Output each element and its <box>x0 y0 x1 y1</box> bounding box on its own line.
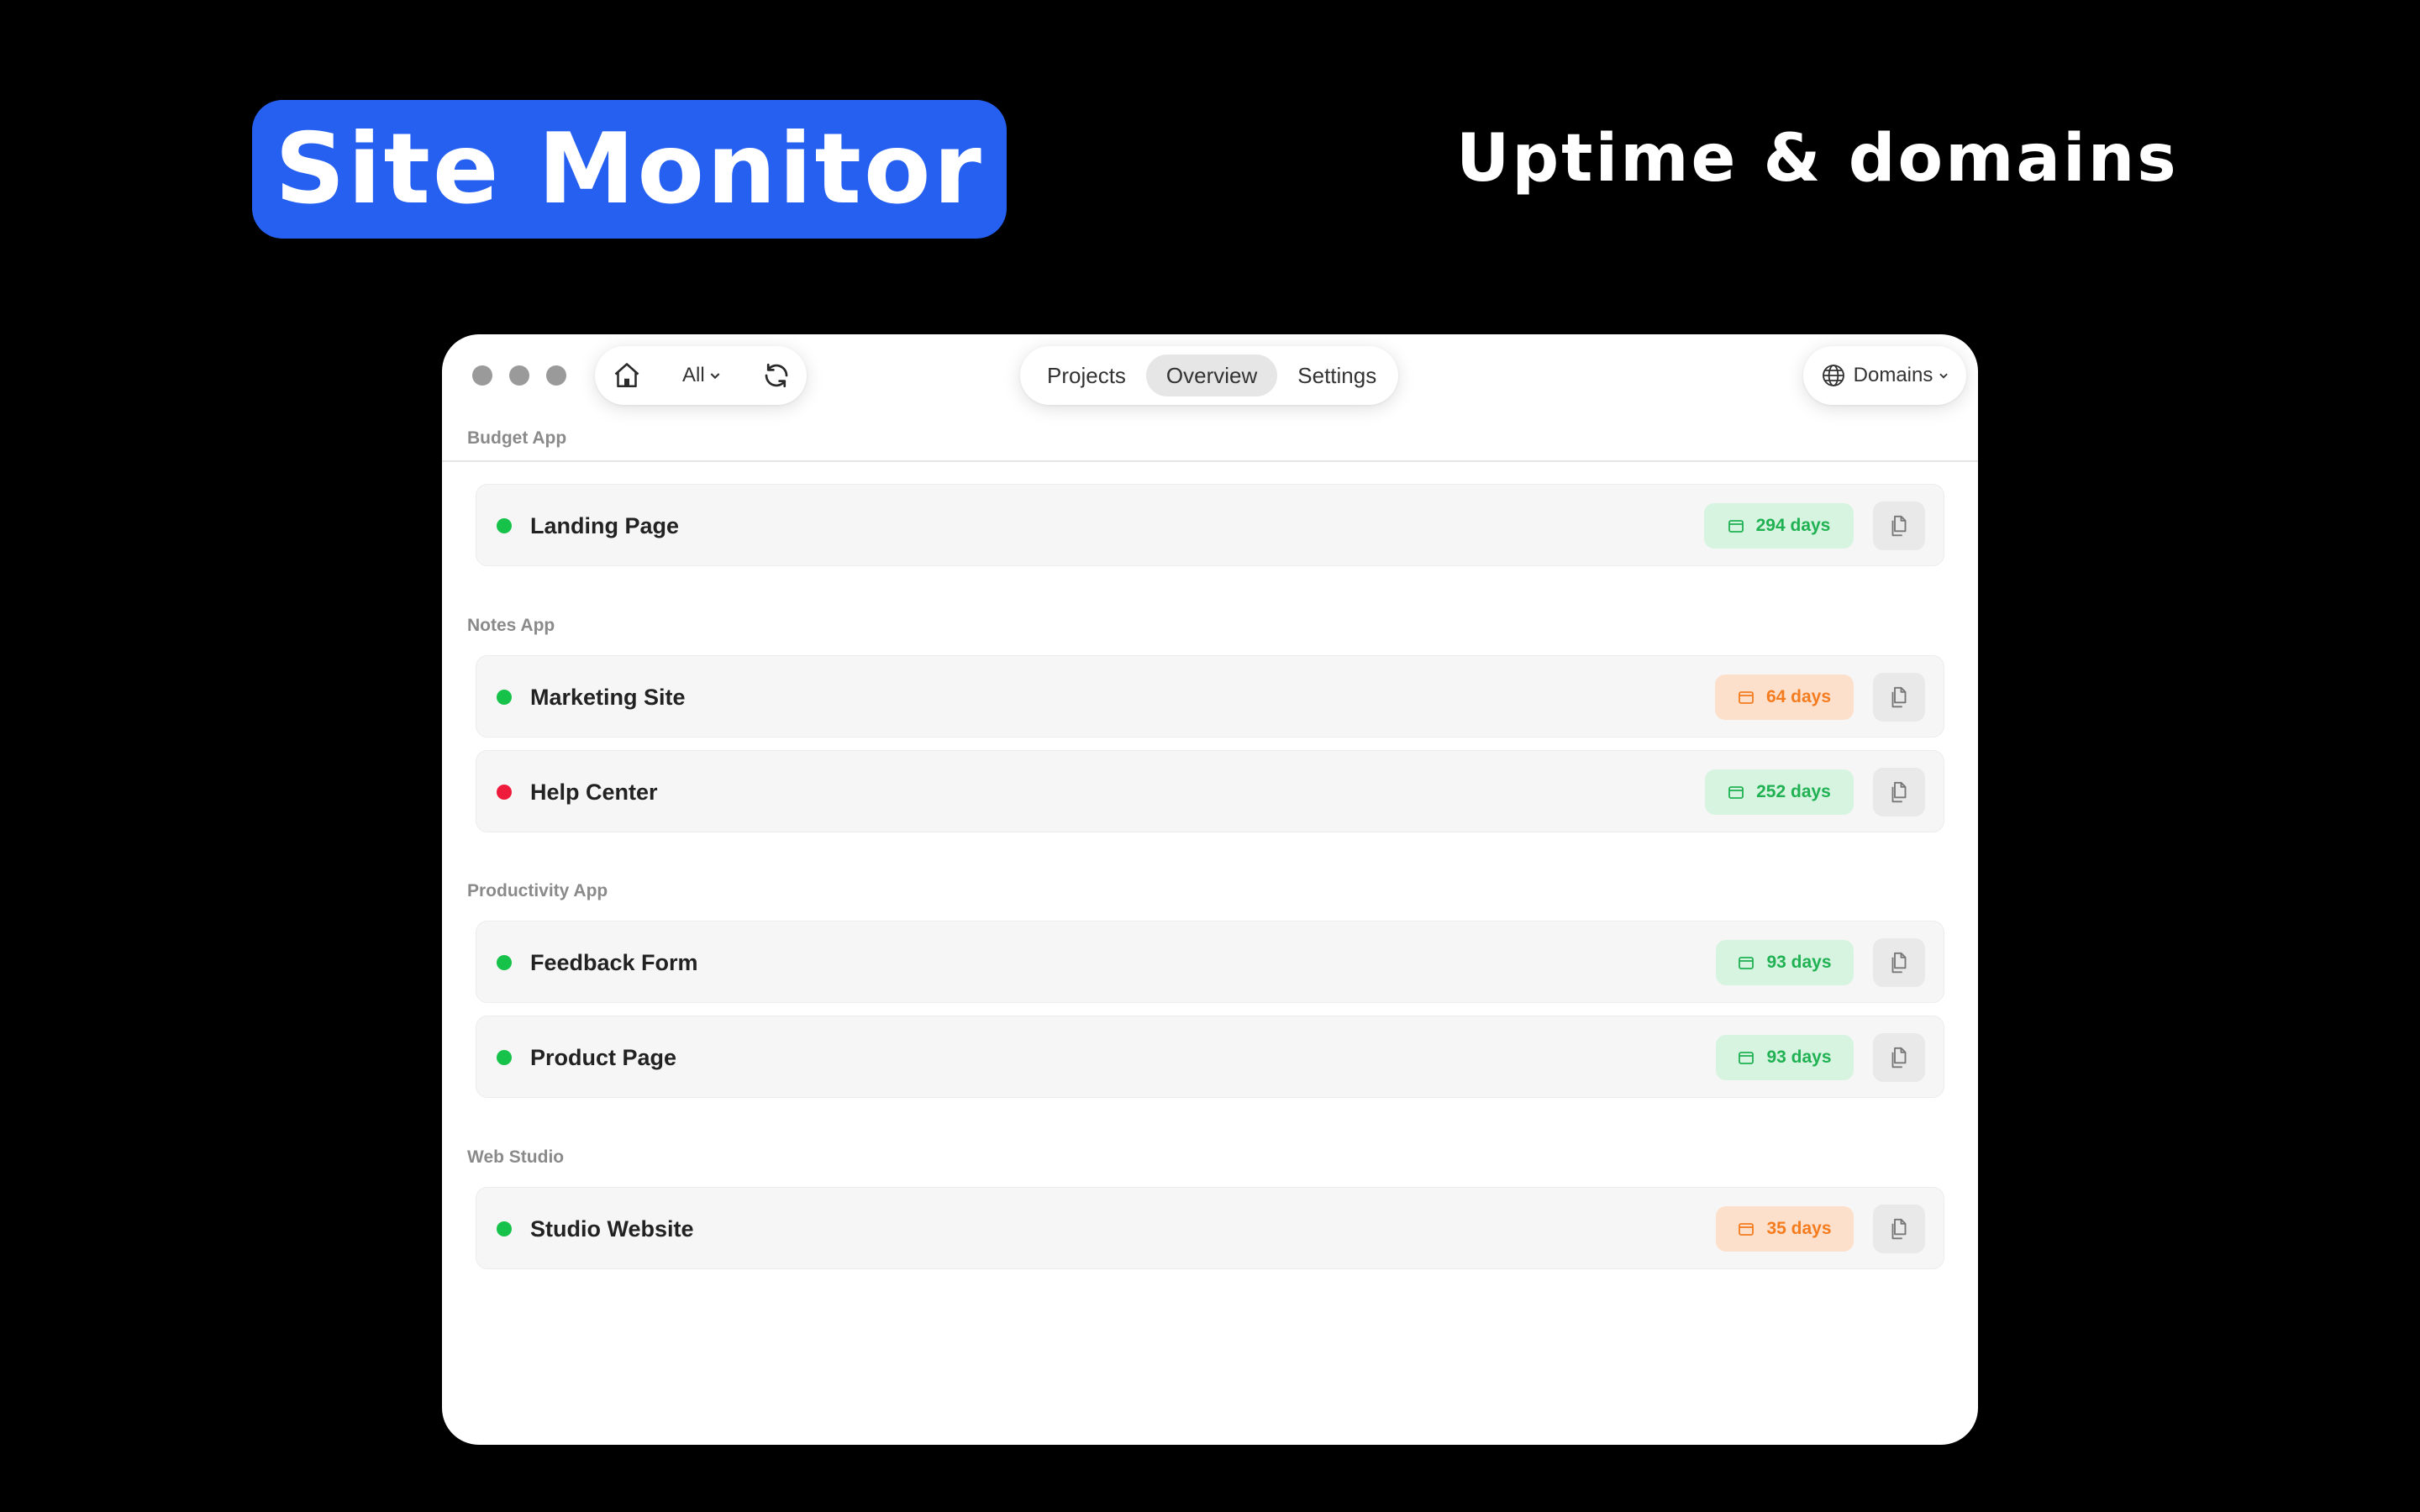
domain-expiry-badge: 294 days <box>1704 503 1854 549</box>
copy-button[interactable] <box>1873 501 1925 550</box>
tab-settings[interactable]: Settings <box>1277 354 1397 396</box>
view-tabs: Projects Overview Settings <box>1020 346 1398 405</box>
list-item[interactable]: Feedback Form 93 days <box>476 921 1944 1003</box>
copy-icon <box>1891 781 1907 803</box>
status-dot <box>497 1050 512 1065</box>
window-close-button[interactable] <box>472 365 492 386</box>
status-dot <box>497 518 512 533</box>
domains-dropdown[interactable]: Domains <box>1803 346 1966 405</box>
divider <box>442 460 1978 462</box>
calendar-icon <box>1739 1223 1754 1236</box>
calendar-icon <box>1739 1052 1754 1064</box>
site-name: Help Center <box>530 779 658 805</box>
copy-icon <box>1891 515 1907 537</box>
hero-subtitle: Uptime & domains <box>1456 121 2179 197</box>
status-dot <box>497 1221 512 1236</box>
section-header: Budget App <box>467 428 567 448</box>
window-zoom-button[interactable] <box>546 365 566 386</box>
copy-button[interactable] <box>1873 1033 1925 1082</box>
status-dot <box>497 955 512 970</box>
section-header: Productivity App <box>467 881 608 900</box>
filter-label: All <box>682 364 705 386</box>
site-name: Studio Website <box>530 1215 694 1242</box>
domain-expiry-badge: 93 days <box>1716 940 1854 985</box>
copy-button[interactable] <box>1873 1205 1925 1253</box>
copy-icon <box>1891 1218 1907 1240</box>
copy-button[interactable] <box>1873 768 1925 816</box>
copy-icon <box>1891 1047 1907 1068</box>
site-name: Product Page <box>530 1044 677 1070</box>
list-item[interactable]: Help Center 252 days <box>476 750 1944 832</box>
section-header: Web Studio <box>467 1147 565 1167</box>
site-name: Landing Page <box>530 512 680 538</box>
refresh-icon[interactable] <box>760 359 793 392</box>
hero-title: Site Monitor <box>275 112 984 226</box>
site-name: Feedback Form <box>530 949 698 975</box>
calendar-icon <box>1739 691 1754 704</box>
tab-projects[interactable]: Projects <box>1027 354 1146 396</box>
hero-badge: Site Monitor <box>252 100 1007 239</box>
calendar-icon <box>1728 520 1744 533</box>
section-header: Notes App <box>467 616 555 635</box>
domain-expiry-badge: 64 days <box>1715 675 1854 720</box>
list-item[interactable]: Product Page 93 days <box>476 1016 1944 1098</box>
globe-icon <box>1822 365 1844 386</box>
toolbar-left-group: All <box>595 346 807 405</box>
status-dot <box>497 785 512 800</box>
domain-expiry-badge: 35 days <box>1716 1206 1854 1252</box>
copy-button[interactable] <box>1873 673 1925 722</box>
tab-overview[interactable]: Overview <box>1145 354 1278 396</box>
domains-label: Domains <box>1853 364 1933 386</box>
list-item[interactable]: Marketing Site 64 days <box>476 655 1944 738</box>
window-minimize-button[interactable] <box>509 365 529 386</box>
status-dot <box>497 690 512 705</box>
copy-button[interactable] <box>1873 938 1925 987</box>
list-item[interactable]: Studio Website 35 days <box>476 1187 1944 1269</box>
home-icon[interactable] <box>608 357 645 394</box>
list-item[interactable]: Landing Page 294 days <box>476 484 1944 566</box>
chevron-down-icon <box>1939 373 1949 379</box>
copy-icon <box>1891 952 1907 974</box>
site-name: Marketing Site <box>530 684 686 710</box>
calendar-icon <box>1728 786 1744 799</box>
calendar-icon <box>1739 957 1754 969</box>
domain-expiry-badge: 93 days <box>1716 1035 1854 1080</box>
copy-icon <box>1891 686 1907 708</box>
chevron-down-icon <box>710 373 720 380</box>
filter-dropdown[interactable]: All <box>682 346 722 405</box>
domain-expiry-badge: 252 days <box>1705 769 1854 815</box>
